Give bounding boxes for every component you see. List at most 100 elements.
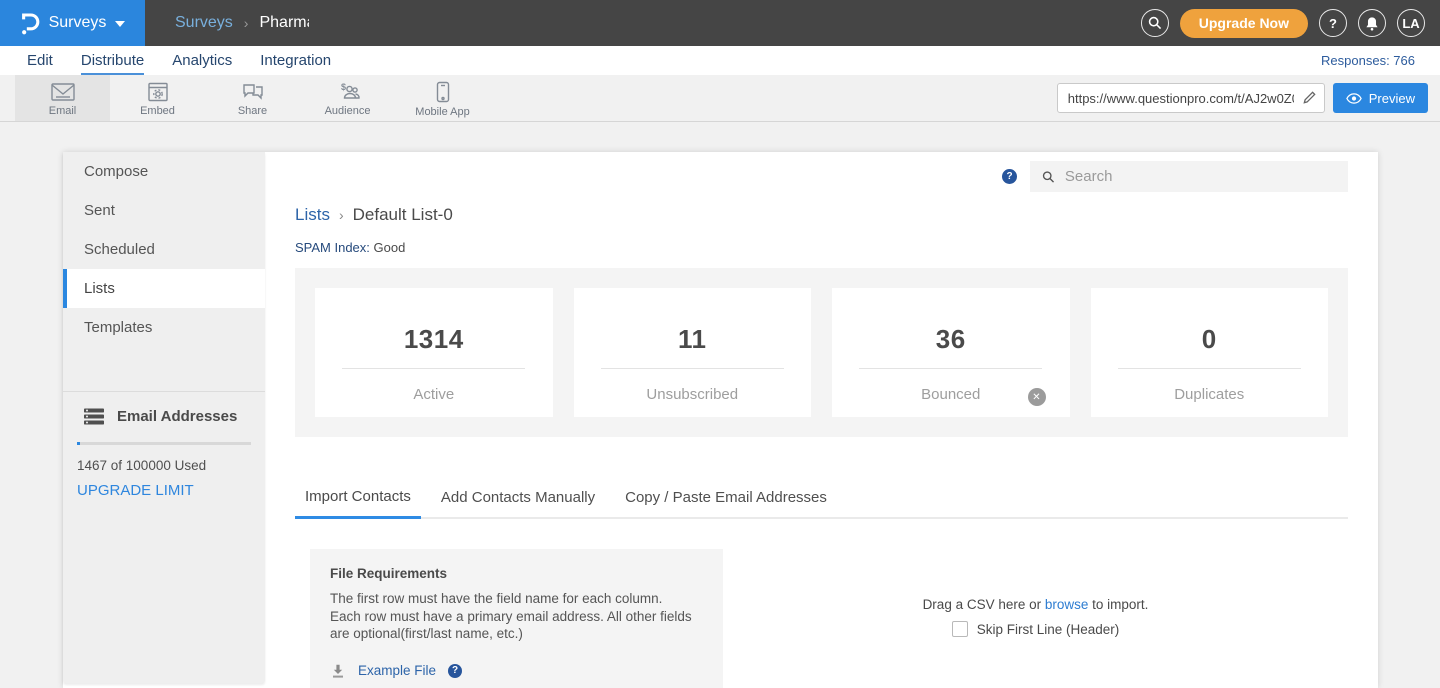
download-icon[interactable] bbox=[330, 663, 346, 679]
stat-label: Unsubscribed bbox=[574, 386, 812, 403]
toolbar-item-label: Mobile App bbox=[415, 106, 469, 118]
spam-index-value: Good bbox=[374, 240, 406, 255]
tab-import-contacts[interactable]: Import Contacts bbox=[295, 479, 421, 519]
stat-value: 0 bbox=[1091, 324, 1329, 355]
current-list-name: Default List-0 bbox=[353, 205, 453, 225]
eye-icon bbox=[1346, 93, 1362, 104]
search-input[interactable] bbox=[1065, 168, 1336, 185]
svg-text:$: $ bbox=[341, 82, 346, 92]
product-name: Surveys bbox=[49, 14, 107, 32]
quota-usage-text: 1467 of 100000 Used bbox=[77, 458, 251, 473]
avatar[interactable]: LA bbox=[1397, 9, 1425, 37]
toolbar-item-label: Email bbox=[49, 105, 77, 117]
embed-icon bbox=[147, 82, 169, 102]
search-button[interactable] bbox=[1141, 9, 1169, 37]
breadcrumb-separator: › bbox=[244, 15, 249, 31]
spam-index-row: SPAM Index: Good bbox=[295, 240, 1348, 255]
tab-distribute[interactable]: Distribute bbox=[81, 52, 144, 75]
edit-url-icon[interactable] bbox=[1302, 90, 1317, 105]
audience-icon: $ bbox=[335, 82, 361, 102]
list-breadcrumb: Lists › Default List-0 bbox=[295, 205, 1348, 225]
spam-index-label: SPAM Index: bbox=[295, 240, 370, 255]
sidebar-item-templates[interactable]: Templates bbox=[63, 308, 265, 347]
contact-tabs: Import Contacts Add Contacts Manually Co… bbox=[295, 479, 1348, 519]
stat-label: Active bbox=[315, 386, 553, 403]
tab-integration[interactable]: Integration bbox=[260, 52, 331, 75]
stat-card-duplicates: 0 Duplicates bbox=[1091, 288, 1329, 417]
example-file-help-icon[interactable]: ? bbox=[448, 664, 462, 678]
search-row: ? bbox=[295, 152, 1348, 192]
toolbar-item-label: Share bbox=[238, 105, 267, 117]
stat-value: 1314 bbox=[315, 324, 553, 355]
stat-value: 36 bbox=[832, 324, 1070, 355]
toolbar-item-embed[interactable]: Embed bbox=[110, 75, 205, 121]
upgrade-limit-link[interactable]: UPGRADE LIMIT bbox=[77, 482, 194, 499]
notifications-button[interactable] bbox=[1358, 9, 1386, 37]
stat-divider bbox=[1118, 368, 1301, 369]
csv-drop-zone[interactable]: Drag a CSV here or browse to import. Ski… bbox=[723, 549, 1348, 688]
toolbar-item-label: Audience bbox=[325, 105, 371, 117]
skip-first-line-checkbox[interactable] bbox=[952, 621, 968, 637]
toolbar-item-mobile-app[interactable]: Mobile App bbox=[395, 75, 490, 121]
clear-bounced-icon[interactable]: ✕ bbox=[1028, 388, 1046, 406]
toolbar-item-label: Embed bbox=[140, 105, 175, 117]
page-background: Compose Sent Scheduled Lists Templates E… bbox=[0, 152, 1440, 688]
stat-divider bbox=[859, 368, 1042, 369]
toolbar-item-share[interactable]: Share bbox=[205, 75, 300, 121]
survey-url-input[interactable] bbox=[1057, 83, 1325, 113]
drop-text-before: Drag a CSV here or bbox=[923, 597, 1045, 612]
drop-text-after: to import. bbox=[1088, 597, 1148, 612]
file-requirements-box: File Requirements The first row must hav… bbox=[310, 549, 723, 688]
chevron-down-icon bbox=[115, 21, 125, 27]
quota-progress-fill bbox=[77, 442, 80, 445]
stat-value: 11 bbox=[574, 324, 812, 355]
search-icon bbox=[1148, 16, 1162, 30]
breadcrumb-separator: › bbox=[339, 207, 344, 223]
file-requirements-body: The first row must have the field name f… bbox=[330, 590, 692, 643]
breadcrumb-surveys-link[interactable]: Surveys bbox=[175, 14, 233, 32]
breadcrumb-current-survey: Pharma bbox=[259, 14, 309, 32]
example-file-link[interactable]: Example File bbox=[358, 663, 436, 678]
content-card: Compose Sent Scheduled Lists Templates E… bbox=[63, 152, 1378, 688]
toolbar-item-audience[interactable]: $ Audience bbox=[300, 75, 395, 121]
tab-edit[interactable]: Edit bbox=[27, 52, 53, 75]
sidebar-item-compose[interactable]: Compose bbox=[63, 152, 265, 191]
share-icon bbox=[241, 82, 265, 102]
email-addresses-header: Email Addresses bbox=[77, 408, 251, 425]
list-detail-main: ? Lists › Default List-0 SPAM Index: Goo… bbox=[265, 152, 1378, 688]
bell-icon bbox=[1365, 16, 1379, 31]
sidebar-item-scheduled[interactable]: Scheduled bbox=[63, 230, 265, 269]
skip-first-line-label: Skip First Line (Header) bbox=[977, 622, 1120, 637]
email-addresses-title: Email Addresses bbox=[117, 408, 237, 425]
stat-label: Duplicates bbox=[1091, 386, 1329, 403]
sidebar-item-sent[interactable]: Sent bbox=[63, 191, 265, 230]
toolbar-right: Preview bbox=[1057, 75, 1440, 121]
email-icon bbox=[50, 82, 76, 102]
tab-add-contacts-manually[interactable]: Add Contacts Manually bbox=[431, 480, 605, 517]
product-switcher[interactable]: Surveys bbox=[0, 0, 145, 46]
responses-count[interactable]: Responses: 766 bbox=[1321, 53, 1440, 75]
lists-link[interactable]: Lists bbox=[295, 205, 330, 225]
tab-copy-paste-email-addresses[interactable]: Copy / Paste Email Addresses bbox=[615, 480, 837, 517]
import-contacts-panel: File Requirements The first row must hav… bbox=[295, 549, 1348, 688]
example-file-row: Example File ? bbox=[330, 663, 703, 679]
header-actions: Upgrade Now ? LA bbox=[1141, 9, 1440, 38]
skip-first-line-row: Skip First Line (Header) bbox=[952, 621, 1120, 637]
search-help-icon[interactable]: ? bbox=[1002, 169, 1017, 184]
survey-nav: Edit Distribute Analytics Integration Re… bbox=[0, 46, 1440, 75]
tab-analytics[interactable]: Analytics bbox=[172, 52, 232, 75]
upgrade-now-button[interactable]: Upgrade Now bbox=[1180, 9, 1308, 38]
survey-url-wrap bbox=[1057, 83, 1325, 113]
stat-card-active: 1314 Active bbox=[315, 288, 553, 417]
help-button[interactable]: ? bbox=[1319, 9, 1347, 37]
sidebar-item-lists[interactable]: Lists bbox=[63, 269, 265, 308]
browse-link[interactable]: browse bbox=[1045, 597, 1089, 612]
list-stats-panel: 1314 Active 11 Unsubscribed 36 Bounced ✕… bbox=[295, 268, 1348, 437]
stat-card-unsubscribed: 11 Unsubscribed bbox=[574, 288, 812, 417]
magnifier-icon bbox=[1042, 170, 1055, 184]
preview-button[interactable]: Preview bbox=[1333, 83, 1428, 113]
top-header: Surveys Surveys › Pharma Upgrade Now ? L… bbox=[0, 0, 1440, 46]
questionpro-logo-icon bbox=[20, 11, 40, 35]
toolbar-item-email[interactable]: Email bbox=[15, 75, 110, 121]
distribute-toolbar: Email Embed Share $ Audience Mobile App … bbox=[0, 75, 1440, 122]
